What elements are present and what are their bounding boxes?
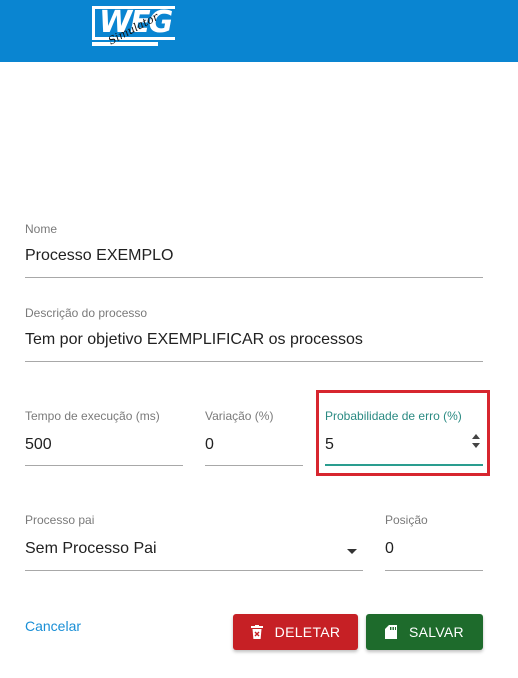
- posicao-input[interactable]: 0: [385, 540, 394, 558]
- delete-button-label: DELETAR: [274, 624, 341, 640]
- cancel-link[interactable]: Cancelar: [25, 618, 81, 634]
- nome-field[interactable]: Nome Processo EXEMPLO: [25, 222, 483, 278]
- tempo-execucao-input[interactable]: 500: [25, 436, 52, 454]
- tempo-execucao-underline: [25, 465, 183, 466]
- processo-pai-label: Processo pai: [25, 513, 95, 527]
- tempo-execucao-field[interactable]: Tempo de execução (ms) 500: [25, 409, 183, 467]
- nome-input[interactable]: Processo EXEMPLO: [25, 247, 174, 265]
- variacao-underline: [205, 465, 303, 466]
- save-button[interactable]: SALVAR: [366, 614, 483, 650]
- processo-pai-select[interactable]: Sem Processo Pai: [25, 540, 157, 558]
- save-icon: [385, 625, 397, 639]
- app-header: WEG Simulator: [0, 0, 518, 62]
- nome-underline: [25, 277, 483, 278]
- descricao-underline: [25, 361, 483, 362]
- posicao-label: Posição: [385, 513, 428, 527]
- descricao-label: Descrição do processo: [25, 306, 148, 320]
- processo-pai-field[interactable]: Processo pai Sem Processo Pai: [25, 513, 363, 571]
- trash-icon: [250, 625, 263, 639]
- logo-underline: [92, 42, 158, 46]
- variacao-field[interactable]: Variação (%) 0: [205, 409, 303, 467]
- dropdown-arrow-icon[interactable]: [347, 549, 357, 554]
- save-button-label: SALVAR: [409, 624, 464, 640]
- weg-simulator-logo: WEG Simulator: [92, 6, 178, 60]
- posicao-underline: [385, 570, 483, 571]
- processo-pai-underline: [25, 570, 363, 571]
- posicao-field[interactable]: Posição 0: [385, 513, 483, 571]
- descricao-field[interactable]: Descrição do processo Tem por objetivo E…: [25, 306, 483, 362]
- tempo-execucao-label: Tempo de execução (ms): [25, 409, 160, 423]
- nome-label: Nome: [25, 222, 58, 236]
- variacao-label: Variação (%): [205, 409, 274, 423]
- annotation-highlight-box: [316, 390, 490, 476]
- variacao-input[interactable]: 0: [205, 436, 214, 454]
- delete-button[interactable]: DELETAR: [233, 614, 358, 650]
- descricao-input[interactable]: Tem por objetivo EXEMPLIFICAR os process…: [25, 331, 363, 349]
